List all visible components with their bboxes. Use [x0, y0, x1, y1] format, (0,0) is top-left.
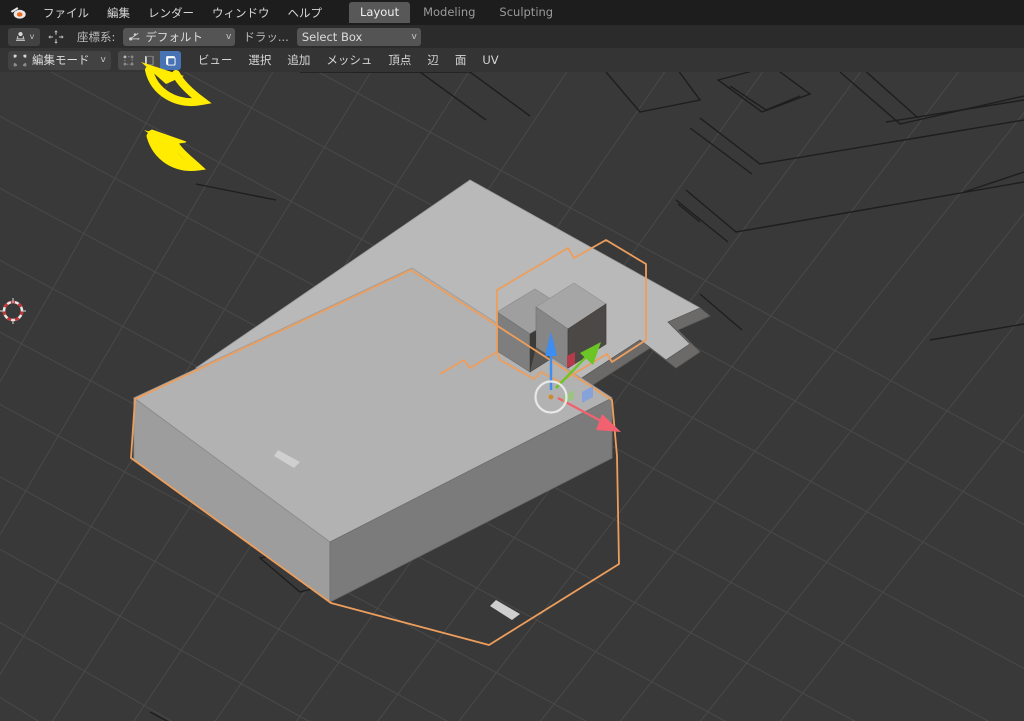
transform-orientation-dropdown[interactable]: デフォルト v: [123, 27, 236, 46]
menu-edge[interactable]: 辺: [419, 50, 447, 70]
menu-view[interactable]: ビュー: [190, 50, 241, 70]
viewport-header: 編集モード v ビュー 選択 追加 メッシュ 頂点 辺 面 UV: [0, 48, 1024, 72]
interaction-mode-dropdown[interactable]: 編集モード v: [8, 50, 111, 70]
menu-uv[interactable]: UV: [474, 50, 506, 70]
tool-header: v 座標系: デフォルト v ドラッ... Select Box v: [0, 25, 1024, 48]
vertex-select-icon: [123, 55, 134, 65]
blender-logo-icon[interactable]: [8, 3, 28, 23]
menu-window[interactable]: ウィンドウ: [203, 3, 279, 23]
menu-file[interactable]: ファイル: [34, 3, 98, 23]
chevron-down-icon: v: [411, 31, 417, 42]
menu-face[interactable]: 面: [447, 50, 475, 70]
blender-window: ファイル 編集 レンダー ウィンドウ ヘルプ Layout Modeling S…: [0, 0, 1024, 721]
snap-toggle-button[interactable]: v: [8, 27, 40, 46]
drag-action-dropdown[interactable]: Select Box v: [296, 27, 421, 46]
menu-vertex[interactable]: 頂点: [380, 50, 419, 70]
drag-action-label: ドラッ...: [243, 29, 289, 44]
top-bar: ファイル 編集 レンダー ウィンドウ ヘルプ Layout Modeling S…: [0, 0, 1024, 25]
yellow-arrow-annotation: [144, 129, 206, 171]
viewport-canvas: [0, 72, 1024, 721]
menu-help[interactable]: ヘルプ: [279, 3, 332, 23]
tab-sculpting[interactable]: Sculpting: [488, 2, 564, 23]
menu-mesh[interactable]: メッシュ: [318, 50, 380, 70]
transform-orientation-value: デフォルト: [145, 29, 203, 44]
menu-render[interactable]: レンダー: [139, 3, 203, 23]
magnet-snap-icon: [15, 31, 25, 41]
interaction-mode-value: 編集モード: [32, 53, 90, 67]
orientation-axis-icon: [129, 32, 141, 41]
menu-select[interactable]: 選択: [240, 50, 279, 70]
drag-action-value: Select Box: [301, 29, 363, 44]
chevron-down-icon: v: [226, 31, 232, 42]
workspace-tabs: Layout Modeling Sculpting: [349, 2, 566, 23]
proportional-edit-icon: [48, 29, 64, 44]
mesh-select-mode-group: [117, 50, 181, 70]
menu-add[interactable]: 追加: [279, 50, 318, 70]
vertex-select-mode[interactable]: [117, 50, 139, 70]
edge-select-icon: [144, 55, 154, 65]
3d-viewport[interactable]: [0, 72, 1024, 721]
gizmo-origin-dot: [548, 394, 554, 400]
chevron-down-icon: v: [29, 32, 35, 41]
edge-select-mode[interactable]: [138, 50, 160, 70]
edit-mode-icon: [13, 54, 27, 66]
transform-orientation-label: 座標系:: [77, 29, 116, 44]
chevron-down-icon: v: [100, 55, 106, 65]
face-select-icon: [165, 55, 176, 66]
3d-cursor: [0, 298, 26, 324]
face-select-mode[interactable]: [159, 50, 181, 70]
tab-layout[interactable]: Layout: [349, 2, 411, 23]
menu-edit[interactable]: 編集: [98, 3, 139, 23]
tab-modeling[interactable]: Modeling: [412, 2, 486, 23]
proportional-edit-button[interactable]: [45, 28, 67, 46]
